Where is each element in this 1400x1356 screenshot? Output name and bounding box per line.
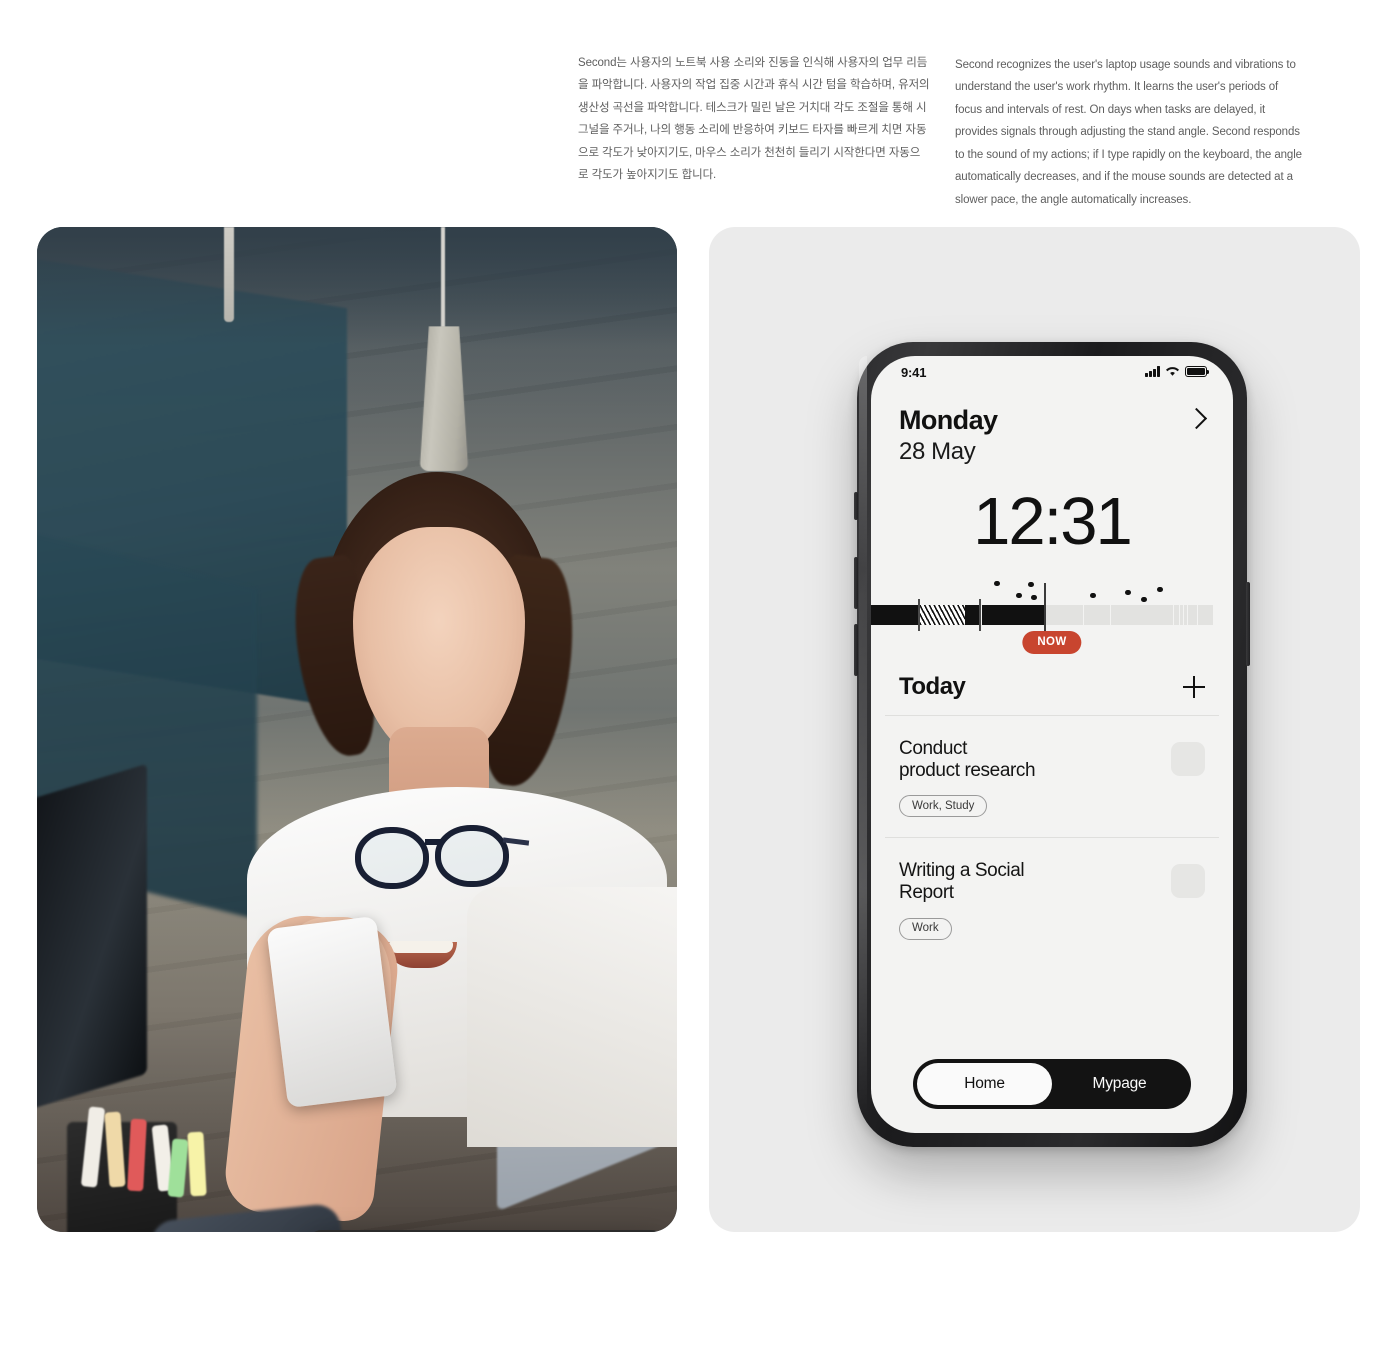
nav-item-mypage[interactable]: Mypage xyxy=(1052,1063,1187,1105)
timeline-bar xyxy=(871,582,1233,647)
plus-icon[interactable] xyxy=(1183,675,1205,698)
lifestyle-photo xyxy=(37,227,677,1232)
wifi-icon xyxy=(1165,367,1180,376)
status-icons xyxy=(1145,366,1210,377)
task-tag: Work, Study xyxy=(899,795,988,818)
current-time: 12:31 xyxy=(973,483,1133,559)
phone-mockup-panel: 9:41 Monday 28 May 12:31 NOW Today Condu… xyxy=(709,227,1360,1232)
task-item[interactable]: Conduct product research Work, Study xyxy=(871,716,1233,837)
phone-screen: 9:41 Monday 28 May 12:31 NOW Today Condu… xyxy=(871,356,1233,1133)
nav-item-home[interactable]: Home xyxy=(917,1063,1052,1105)
task-tag: Work xyxy=(899,917,952,940)
lifestyle-photo-panel: Structuring Rhythm Personal Routine xyxy=(37,227,677,1232)
signal-bars-icon xyxy=(1145,366,1160,377)
header-day: Monday xyxy=(899,405,998,435)
structuring-rhythm-card[interactable]: Structuring Rhythm Personal Routine xyxy=(306,1230,667,1232)
silent-switch[interactable] xyxy=(854,492,858,520)
rhythm-timeline[interactable]: NOW xyxy=(871,561,1233,657)
page-root: Second는 사용자의 노트북 사용 소리와 진동을 인식해 사용자의 업무 … xyxy=(0,0,1400,1356)
volume-up-button[interactable] xyxy=(854,557,858,609)
task-item[interactable]: Writing a Social Report Work xyxy=(871,838,1233,959)
task-title: Conduct product research xyxy=(899,737,1036,781)
now-badge: NOW xyxy=(1022,630,1082,654)
today-section-header: Today xyxy=(871,657,1233,715)
task-checkbox[interactable] xyxy=(1171,741,1205,776)
phone-device: 9:41 Monday 28 May 12:31 NOW Today Condu… xyxy=(854,342,1250,1147)
status-bar: 9:41 xyxy=(871,356,1233,390)
description-english: Second recognizes the user's laptop usag… xyxy=(955,59,1302,206)
chevron-right-icon[interactable] xyxy=(1187,410,1205,428)
today-title: Today xyxy=(899,672,966,700)
volume-down-button[interactable] xyxy=(854,624,858,676)
description-block: Second는 사용자의 노트북 사용 소리와 진동을 인식해 사용자의 업무 … xyxy=(0,0,1400,206)
task-checkbox[interactable] xyxy=(1171,864,1205,899)
rhythm-graph xyxy=(306,1230,667,1232)
task-title: Writing a Social Report xyxy=(899,860,1025,904)
power-button[interactable] xyxy=(1246,582,1250,666)
status-time: 9:41 xyxy=(901,365,927,380)
phone-edge-highlight xyxy=(859,356,867,1116)
description-korean: Second는 사용자의 노트북 사용 소리와 진동을 인식해 사용자의 업무 … xyxy=(578,57,930,182)
app-header: Monday 28 May xyxy=(871,390,1233,466)
timeline-dots xyxy=(871,561,1233,603)
bottom-nav: Home Mypage xyxy=(913,1059,1191,1109)
battery-icon xyxy=(1185,366,1210,377)
header-date: 28 May xyxy=(899,437,976,465)
